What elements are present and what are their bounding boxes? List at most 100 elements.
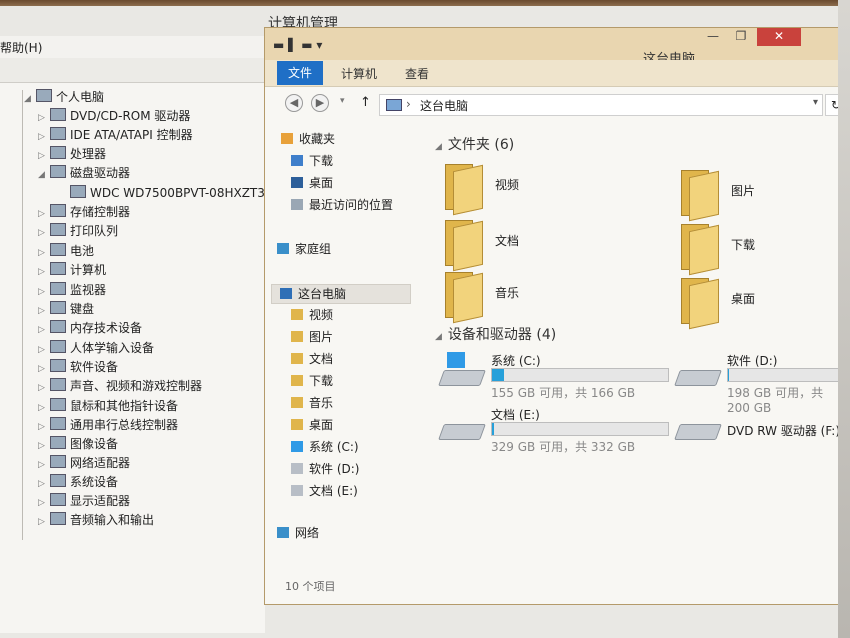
tree-item-ide[interactable]: ▷ IDE ATA/ATAPI 控制器 bbox=[38, 126, 193, 144]
download-folder-icon[interactable] bbox=[677, 222, 723, 276]
folder-label[interactable]: 音乐 bbox=[495, 284, 519, 301]
expand-icon[interactable]: ▷ bbox=[38, 399, 50, 417]
nav-item[interactable]: 系统 (C:) bbox=[291, 438, 359, 456]
expand-icon[interactable]: ▷ bbox=[38, 456, 50, 474]
nav-item[interactable]: 这台电脑 bbox=[271, 284, 411, 304]
expand-icon[interactable]: ▷ bbox=[38, 147, 50, 165]
drive-name[interactable]: DVD RW 驱动器 (F:) bbox=[727, 422, 840, 439]
collapse-icon[interactable]: ◢ bbox=[435, 142, 442, 152]
tree-item-usb[interactable]: ▷ 通用串行总线控制器 bbox=[38, 416, 178, 434]
tree-item-monitor[interactable]: ▷ 监视器 bbox=[38, 281, 106, 299]
expand-icon[interactable]: ▷ bbox=[38, 205, 50, 223]
expand-icon[interactable]: ▷ bbox=[38, 494, 50, 512]
folder-label[interactable]: 文档 bbox=[495, 232, 519, 249]
expand-icon[interactable]: ▷ bbox=[38, 263, 50, 281]
menu-help[interactable]: 帮助(H) bbox=[0, 39, 42, 56]
tab-view[interactable]: 查看 bbox=[405, 65, 429, 82]
expand-icon[interactable]: ▷ bbox=[38, 109, 50, 127]
tree-item-processor[interactable]: ▷ 处理器 bbox=[38, 145, 106, 163]
drive-name[interactable]: 系统 (C:) bbox=[491, 352, 541, 369]
music-folder-icon[interactable] bbox=[441, 270, 487, 324]
nav-item[interactable]: 视频 bbox=[291, 306, 333, 324]
tree-item-computer[interactable]: ▷ 计算机 bbox=[38, 261, 106, 279]
tree-item-root[interactable]: ◢ 个人电脑 bbox=[24, 88, 104, 106]
expand-icon[interactable]: ▷ bbox=[38, 283, 50, 301]
desktop-folder-icon[interactable] bbox=[677, 276, 723, 330]
tree-item-display-adapters[interactable]: ▷ 显示适配器 bbox=[38, 492, 130, 510]
documents-folder-icon[interactable] bbox=[441, 218, 487, 272]
nav-item[interactable]: 文档 bbox=[291, 350, 333, 368]
address-text[interactable]: 这台电脑 bbox=[420, 97, 468, 114]
nav-item[interactable]: 下载 bbox=[291, 372, 333, 390]
folder-label[interactable]: 桌面 bbox=[731, 290, 755, 307]
nav-item[interactable]: 桌面 bbox=[291, 416, 333, 434]
tree-item-sound[interactable]: ▷ 声音、视频和游戏控制器 bbox=[38, 377, 202, 395]
expand-icon[interactable]: ▷ bbox=[38, 418, 50, 436]
folders-section-header[interactable]: ◢ 文件夹 (6) bbox=[435, 134, 514, 154]
quick-access-toolbar[interactable]: ▬ ▌ ▬ ▾ bbox=[273, 38, 322, 52]
tab-computer[interactable]: 计算机 bbox=[341, 65, 377, 82]
video-folder-icon[interactable] bbox=[441, 162, 487, 216]
tree-item-hid[interactable]: ▷ 人体学输入设备 bbox=[38, 339, 154, 357]
maximize-button[interactable]: ❐ bbox=[727, 28, 755, 46]
dvd-drive-icon[interactable] bbox=[674, 416, 722, 440]
recent-locations-button[interactable]: ▾ bbox=[340, 96, 345, 106]
nav-item[interactable]: 桌面 bbox=[291, 174, 333, 192]
tree-item-mice[interactable]: ▷ 鼠标和其他指针设备 bbox=[38, 397, 178, 415]
expand-icon[interactable]: ▷ bbox=[38, 379, 50, 397]
pictures-folder-icon[interactable] bbox=[677, 168, 723, 222]
drive-name[interactable]: 软件 (D:) bbox=[727, 352, 777, 369]
nav-item[interactable]: 软件 (D:) bbox=[291, 460, 359, 478]
tree-item-storage[interactable]: ▷ 存储控制器 bbox=[38, 203, 130, 221]
drive-icon[interactable] bbox=[674, 362, 722, 386]
folder-label[interactable]: 图片 bbox=[731, 182, 755, 199]
collapse-icon[interactable]: ◢ bbox=[38, 166, 50, 184]
nav-item[interactable]: 家庭组 bbox=[277, 240, 331, 258]
nav-item[interactable]: 下载 bbox=[291, 152, 333, 170]
close-button[interactable]: ✕ bbox=[757, 28, 801, 46]
nav-item[interactable]: 音乐 bbox=[291, 394, 333, 412]
tree-item-keyboard[interactable]: ▷ 键盘 bbox=[38, 300, 94, 318]
nav-item[interactable]: 图片 bbox=[291, 328, 333, 346]
drive-name[interactable]: 文档 (E:) bbox=[491, 406, 540, 423]
tree-item-memory-tech[interactable]: ▷ 内存技术设备 bbox=[38, 319, 142, 337]
expand-icon[interactable]: ▷ bbox=[38, 513, 50, 531]
collapse-icon[interactable]: ◢ bbox=[24, 90, 36, 108]
tree-item-disk-model[interactable]: WDC WD7500BPVT-08HXZT3 bbox=[58, 184, 265, 202]
folder-label[interactable]: 下载 bbox=[731, 236, 755, 253]
forward-button[interactable]: ▶ bbox=[311, 94, 329, 112]
minimize-button[interactable]: — bbox=[699, 28, 727, 46]
nav-item[interactable]: 文档 (E:) bbox=[291, 482, 358, 500]
tree-item-print-queue[interactable]: ▷ 打印队列 bbox=[38, 222, 118, 240]
expand-icon[interactable]: ▷ bbox=[38, 341, 50, 359]
expand-icon[interactable]: ▷ bbox=[38, 475, 50, 493]
tree-item-software-devices[interactable]: ▷ 软件设备 bbox=[38, 358, 118, 376]
tab-file[interactable]: 文件 bbox=[277, 61, 324, 85]
nav-item[interactable]: 收藏夹 bbox=[281, 130, 335, 148]
expand-icon[interactable]: ▷ bbox=[38, 437, 50, 455]
expand-icon[interactable]: ▷ bbox=[38, 244, 50, 262]
back-button[interactable]: ◀ bbox=[285, 94, 303, 112]
address-bar[interactable]: › 这台电脑 ▾ bbox=[379, 94, 823, 116]
tree-item-disk-drives[interactable]: ◢ 磁盘驱动器 bbox=[38, 164, 130, 182]
breadcrumb-arrow-icon[interactable]: › bbox=[406, 97, 411, 111]
drive-icon[interactable] bbox=[438, 416, 486, 440]
system-drive-icon[interactable] bbox=[438, 352, 486, 386]
tree-item-imaging[interactable]: ▷ 图像设备 bbox=[38, 435, 118, 453]
expand-icon[interactable]: ▷ bbox=[38, 302, 50, 320]
expand-icon[interactable]: ▷ bbox=[38, 321, 50, 339]
tree-item-system-devices[interactable]: ▷ 系统设备 bbox=[38, 473, 118, 491]
devices-section-header[interactable]: ◢ 设备和驱动器 (4) bbox=[435, 324, 556, 344]
tree-item-audio-io[interactable]: ▷ 音频输入和输出 bbox=[38, 511, 154, 529]
tree-item-dvd[interactable]: ▷ DVD/CD-ROM 驱动器 bbox=[38, 107, 190, 125]
collapse-icon[interactable]: ◢ bbox=[435, 332, 442, 342]
nav-item[interactable]: 最近访问的位置 bbox=[291, 196, 393, 214]
up-button[interactable]: ↑ bbox=[360, 95, 371, 110]
expand-icon[interactable]: ▷ bbox=[38, 224, 50, 242]
folder-label[interactable]: 视频 bbox=[495, 176, 519, 193]
expand-icon[interactable]: ▷ bbox=[38, 360, 50, 378]
tree-item-network-adapters[interactable]: ▷ 网络适配器 bbox=[38, 454, 130, 472]
expand-icon[interactable]: ▷ bbox=[38, 128, 50, 146]
tree-item-battery[interactable]: ▷ 电池 bbox=[38, 242, 94, 260]
nav-item[interactable]: 网络 bbox=[277, 524, 319, 542]
